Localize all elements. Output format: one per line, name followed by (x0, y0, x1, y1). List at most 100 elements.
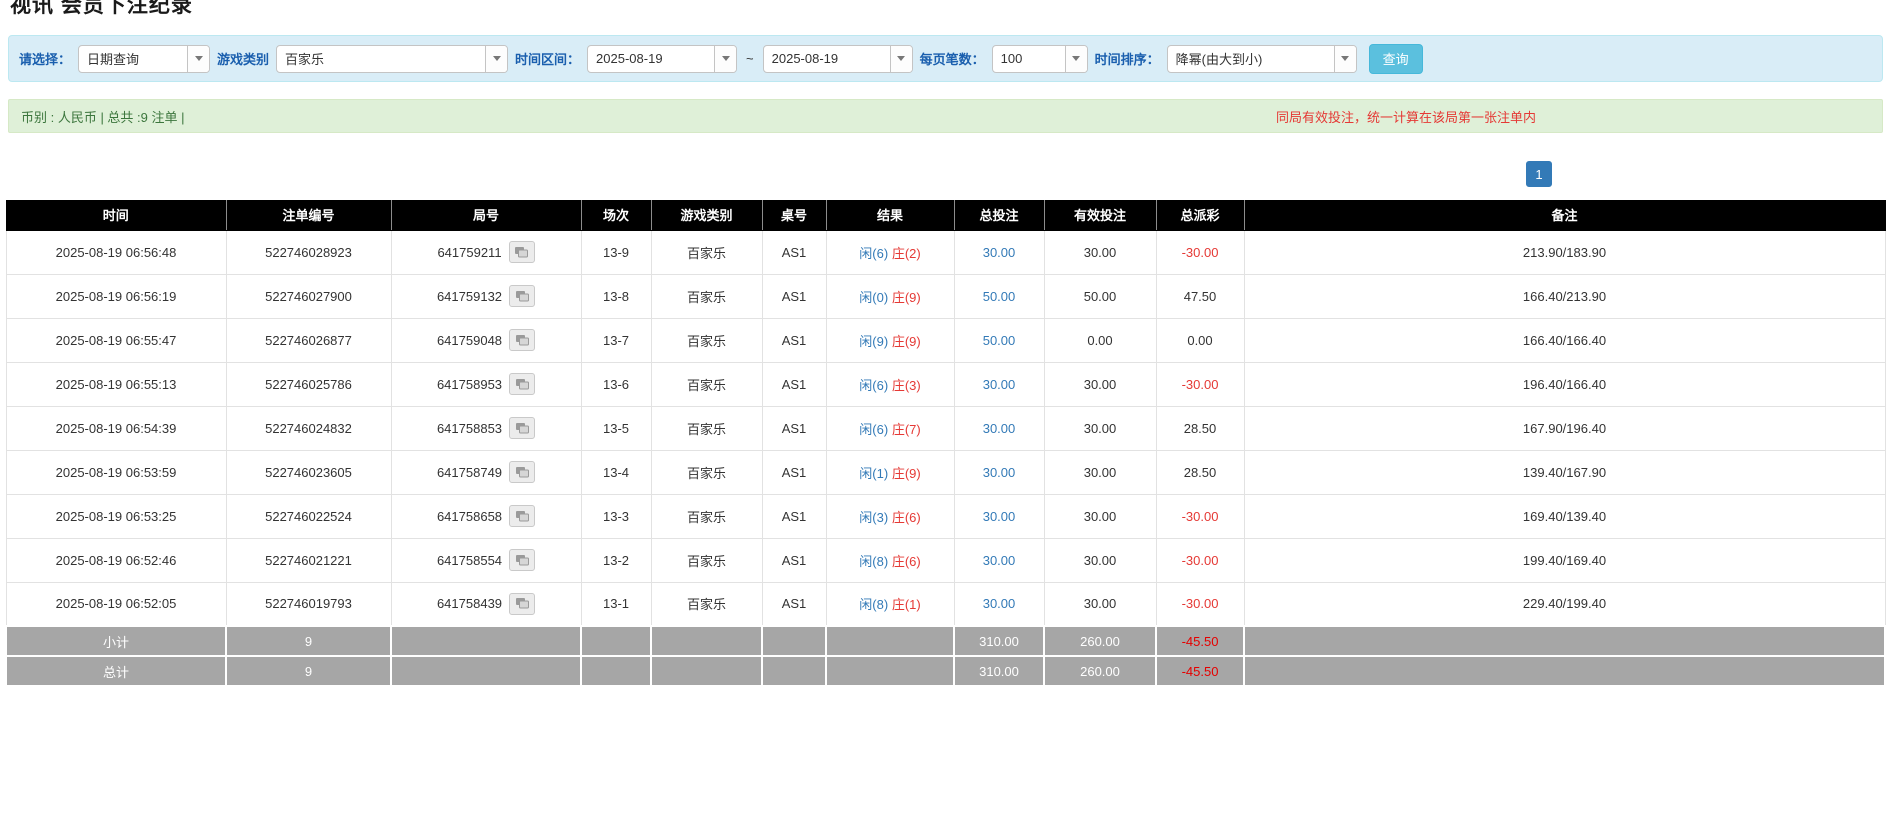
result-banker: 庄(9) (892, 466, 921, 481)
cell-bet-id: 522746019793 (226, 582, 391, 626)
cell-session: 13-6 (581, 362, 651, 406)
result-banker: 庄(6) (892, 510, 921, 525)
round-replay-button[interactable] (509, 241, 535, 263)
column-header: 场次 (581, 200, 651, 230)
table-row: 2025-08-19 06:53:25 522746022524 6417586… (6, 494, 1885, 538)
cell-table-no: AS1 (762, 538, 826, 582)
cell-total-bet: 30.00 (954, 538, 1044, 582)
table-row: 2025-08-19 06:53:59 522746023605 6417587… (6, 450, 1885, 494)
cell-game-type: 百家乐 (651, 230, 762, 274)
round-replay-button[interactable] (509, 417, 535, 439)
round-id-text: 641759211 (437, 245, 501, 260)
cell-round-id: 641759048 (391, 318, 581, 362)
search-button[interactable]: 查询 (1369, 44, 1423, 74)
cell-game-type: 百家乐 (651, 494, 762, 538)
chevron-down-icon (485, 46, 507, 72)
select-label: 请选择： (19, 49, 71, 68)
game-type-select[interactable]: 百家乐 (276, 45, 508, 73)
cards-replay-icon (515, 290, 530, 303)
cell-game-type: 百家乐 (651, 362, 762, 406)
page-title: 视讯 会员下注纪录 (10, 0, 1891, 19)
cell-valid-bet: 30.00 (1044, 230, 1156, 274)
query-type-select[interactable]: 日期查询 (78, 45, 210, 73)
chevron-down-icon (890, 46, 912, 72)
result-banker: 庄(7) (892, 422, 921, 437)
total-bet-link[interactable]: 30.00 (983, 553, 1016, 568)
total-bet-link[interactable]: 30.00 (983, 421, 1016, 436)
game-type-label: 游戏类别 (217, 49, 269, 68)
total-bet-link[interactable]: 50.00 (983, 333, 1016, 348)
cell-total-bet: 30.00 (954, 450, 1044, 494)
page-size-select[interactable]: 100 (992, 45, 1088, 73)
cell-note: 139.40/167.90 (1244, 450, 1885, 494)
round-replay-button[interactable] (509, 285, 535, 307)
cell-valid-bet: 30.00 (1044, 362, 1156, 406)
table-header-row: 时间注单编号局号场次游戏类别桌号结果总投注有效投注总派彩备注 (6, 200, 1885, 230)
round-replay-button[interactable] (509, 593, 535, 615)
cell-total-bet: 50.00 (954, 318, 1044, 362)
column-header: 备注 (1244, 200, 1885, 230)
round-replay-button[interactable] (509, 505, 535, 527)
total-bet-link[interactable]: 30.00 (983, 377, 1016, 392)
result-player: 闲(6) (859, 422, 888, 437)
table-row: 2025-08-19 06:54:39 522746024832 6417588… (6, 406, 1885, 450)
cell-payout: -30.00 (1156, 538, 1244, 582)
cell-total-bet: 30.00 (954, 362, 1044, 406)
cell-result: 闲(9) 庄(9) (826, 318, 954, 362)
total-bet-link[interactable]: 30.00 (983, 245, 1016, 260)
column-header: 结果 (826, 200, 954, 230)
cell-payout: 47.50 (1156, 274, 1244, 318)
round-replay-button[interactable] (509, 461, 535, 483)
cell-round-id: 641758749 (391, 450, 581, 494)
result-banker: 庄(2) (892, 246, 921, 261)
cell-valid-bet: 30.00 (1044, 450, 1156, 494)
cell-result: 闲(0) 庄(9) (826, 274, 954, 318)
round-replay-button[interactable] (509, 329, 535, 351)
query-type-value: 日期查询 (79, 46, 187, 72)
cell-note: 166.40/213.90 (1244, 274, 1885, 318)
total-bet-link[interactable]: 30.00 (983, 596, 1016, 611)
table-row: 2025-08-19 06:52:46 522746021221 6417585… (6, 538, 1885, 582)
sort-value: 降幂(由大到小) (1168, 46, 1334, 72)
game-type-value: 百家乐 (277, 46, 485, 72)
date-range-separator: ~ (744, 51, 756, 66)
cell-bet-id: 522746021221 (226, 538, 391, 582)
cell-valid-bet: 50.00 (1044, 274, 1156, 318)
result-banker: 庄(9) (892, 334, 921, 349)
result-player: 闲(0) (859, 290, 888, 305)
cell-note: 166.40/166.40 (1244, 318, 1885, 362)
total-payout: -45.50 (1156, 656, 1244, 686)
cell-table-no: AS1 (762, 318, 826, 362)
date-from-select[interactable]: 2025-08-19 (587, 45, 737, 73)
round-replay-button[interactable] (509, 373, 535, 395)
total-bet-link[interactable]: 30.00 (983, 465, 1016, 480)
cell-bet-id: 522746028923 (226, 230, 391, 274)
date-to-select[interactable]: 2025-08-19 (763, 45, 913, 73)
cell-table-no: AS1 (762, 274, 826, 318)
round-id-text: 641759048 (437, 333, 502, 348)
sort-select[interactable]: 降幂(由大到小) (1167, 45, 1357, 73)
subtotal-count: 9 (226, 626, 391, 656)
round-replay-button[interactable] (509, 549, 535, 571)
result-player: 闲(8) (859, 597, 888, 612)
cell-round-id: 641758853 (391, 406, 581, 450)
cell-table-no: AS1 (762, 494, 826, 538)
round-id-text: 641758554 (437, 553, 502, 568)
round-id-text: 641758658 (437, 509, 502, 524)
result-banker: 庄(1) (892, 597, 921, 612)
cards-replay-icon (515, 378, 530, 391)
sort-label: 时间排序： (1095, 49, 1160, 68)
result-player: 闲(9) (859, 334, 888, 349)
result-banker: 庄(9) (892, 290, 921, 305)
total-bet-link[interactable]: 50.00 (983, 289, 1016, 304)
valid-bet-notice: 同局有效投注，统一计算在该局第一张注单内 (1276, 107, 1536, 126)
total-bet-link[interactable]: 30.00 (983, 509, 1016, 524)
cell-session: 13-3 (581, 494, 651, 538)
page-1-button[interactable]: 1 (1526, 161, 1552, 187)
cell-note: 196.40/166.40 (1244, 362, 1885, 406)
date-from-value: 2025-08-19 (588, 46, 714, 72)
cell-table-no: AS1 (762, 450, 826, 494)
cards-replay-icon (515, 510, 530, 523)
column-header: 总派彩 (1156, 200, 1244, 230)
column-header: 总投注 (954, 200, 1044, 230)
